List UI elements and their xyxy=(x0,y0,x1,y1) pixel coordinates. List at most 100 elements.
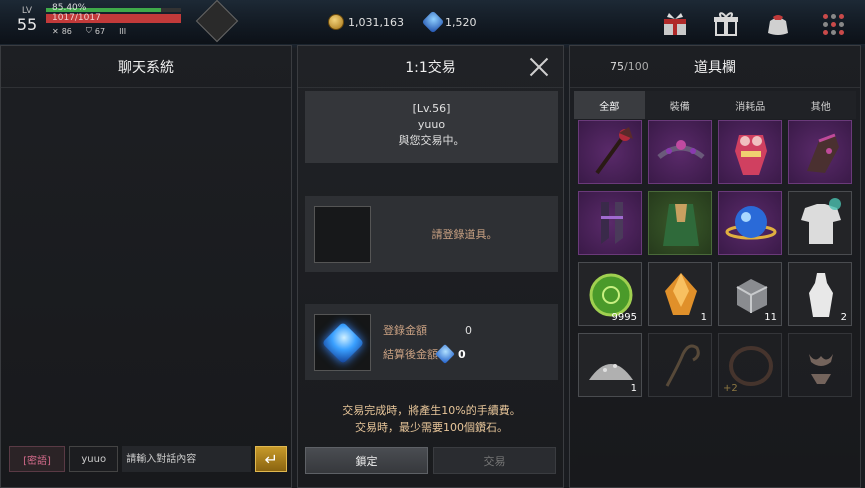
exp-percent: 85.40% xyxy=(52,3,87,13)
close-icon[interactable] xyxy=(529,56,549,76)
swords-icon: ✕ xyxy=(52,26,59,36)
after-settlement-row: 結算後金額 0 xyxy=(383,344,466,364)
inventory-slot[interactable]: 2 xyxy=(788,262,852,326)
tab-all[interactable]: 全部 xyxy=(574,91,645,119)
shirt-item-icon xyxy=(801,198,841,244)
inventory-slot[interactable]: 1 xyxy=(578,333,642,397)
chat-panel: 聊天系統 [密語] yuuo ↵ xyxy=(0,45,292,488)
stat-row: ✕ 86 ⛉ 67 III xyxy=(52,26,126,36)
menu-button[interactable] xyxy=(818,10,848,38)
shield-icon: ⛉ xyxy=(85,26,92,35)
inventory-slot[interactable]: +2 xyxy=(718,333,782,397)
fee-notice-line1: 交易完成時，將產生10%的手續費。 xyxy=(342,404,521,417)
item-quantity: 11 xyxy=(764,312,777,323)
item-quantity: 2 xyxy=(840,312,847,323)
trade-item-slot[interactable] xyxy=(314,205,371,263)
tab-consumables[interactable]: 消耗品 xyxy=(715,91,786,119)
item-quantity: 1 xyxy=(700,312,707,323)
inventory-scroll-fade xyxy=(578,438,858,478)
item-registration-area[interactable]: 請登錄道具。 xyxy=(305,196,558,272)
gauntlet-item-icon xyxy=(807,133,839,173)
cloak-item-icon xyxy=(663,204,699,246)
inventory-slot[interactable]: 9995 xyxy=(578,262,642,326)
inventory-slot[interactable] xyxy=(578,120,642,184)
inventory-slot[interactable] xyxy=(718,120,782,184)
level-number: 55 xyxy=(16,15,38,34)
whip-item-icon xyxy=(665,344,700,387)
present-button[interactable] xyxy=(711,10,741,38)
inventory-slot[interactable] xyxy=(578,191,642,255)
inventory-tabs: 全部 裝備 消耗品 其他 xyxy=(574,91,856,119)
partner-status: 與您交易中。 xyxy=(398,134,465,147)
attack-value: 86 xyxy=(61,26,72,36)
rank-value: III xyxy=(119,26,127,36)
chat-message-area[interactable] xyxy=(1,88,291,444)
after-settlement-value-wrap: 0 xyxy=(435,344,466,364)
registered-amount-value: 0 xyxy=(465,323,472,337)
after-settlement-label: 結算後金額 xyxy=(383,348,438,361)
fee-notice-line2: 交易時，最少需要100個鑽石。 xyxy=(355,421,508,434)
dress-armor-item-icon xyxy=(735,135,767,175)
pouch-icon xyxy=(768,15,788,35)
fee-notice: 交易完成時，將產生10%的手續費。 交易時，最少需要100個鑽石。 xyxy=(298,402,565,436)
orb-ring-item-icon xyxy=(725,206,777,240)
send-button[interactable]: ↵ xyxy=(255,446,287,472)
attack-stat: ✕ 86 xyxy=(52,26,72,36)
defense-stat: ⛉ 67 xyxy=(86,26,105,36)
tab-other[interactable]: 其他 xyxy=(786,91,857,119)
diamond-amount: 1,520 xyxy=(445,15,477,29)
gift-box-button[interactable] xyxy=(660,10,690,38)
diamond-amount-area: 登錄金額 0 結算後金額 0 xyxy=(305,304,558,380)
trade-button[interactable]: 交易 xyxy=(433,447,556,474)
item-enhance-level: +2 xyxy=(723,383,738,394)
registered-amount-label: 登錄金額 xyxy=(383,324,427,337)
register-item-prompt: 請登錄道具。 xyxy=(431,228,498,241)
inventory-slot[interactable] xyxy=(718,191,782,255)
small-diamond-icon xyxy=(435,344,455,364)
after-settlement-value: 0 xyxy=(458,347,466,361)
defense-value: 67 xyxy=(94,26,106,36)
trade-partner-info: [Lv.56] yuuo 與您交易中。 xyxy=(305,91,558,163)
chat-title: 聊天系統 xyxy=(1,46,291,88)
class-emblem-icon[interactable] xyxy=(195,0,239,43)
gold-amount: 1,031,163 xyxy=(348,15,404,29)
rank-stat: III xyxy=(119,26,126,36)
inventory-slot[interactable]: 1 xyxy=(648,262,712,326)
diamond-icon xyxy=(421,10,445,34)
bikini-item-icon xyxy=(809,354,833,384)
inventory-slot[interactable] xyxy=(788,120,852,184)
lock-button[interactable]: 鎖定 xyxy=(305,447,428,474)
whisper-target-field[interactable]: yuuo xyxy=(69,446,119,472)
diamond-input-slot[interactable] xyxy=(314,314,371,371)
chat-message-input[interactable] xyxy=(122,446,252,472)
staff-item-icon xyxy=(595,127,633,175)
item-quantity: 1 xyxy=(630,383,637,394)
trade-panel: 1:1交易 [Lv.56] yuuo 與您交易中。 請登錄道具。 登錄金額 0 … xyxy=(297,45,564,488)
inventory-count-max: 100 xyxy=(627,60,649,73)
inventory-slot[interactable] xyxy=(648,333,712,397)
inventory-slot[interactable] xyxy=(648,191,712,255)
whisper-channel-button[interactable]: [密語] xyxy=(9,446,66,472)
enter-icon: ↵ xyxy=(264,449,278,469)
inventory-grid: 9995 1 11 2 1 +2 xyxy=(578,120,858,397)
trade-title: 1:1交易 xyxy=(298,46,563,88)
partner-name: yuuo xyxy=(417,118,446,131)
gold-display: 1,031,163 xyxy=(328,14,404,30)
inventory-slot[interactable] xyxy=(788,191,852,255)
item-quantity: 9995 xyxy=(611,312,637,323)
inventory-slot[interactable] xyxy=(788,333,852,397)
gold-coin-icon xyxy=(328,14,344,30)
tab-equipment[interactable]: 裝備 xyxy=(645,91,716,119)
inventory-capacity: 75/100 xyxy=(610,60,649,73)
inventory-slot[interactable] xyxy=(648,120,712,184)
menu-grid-icon xyxy=(822,13,844,35)
pouch-button[interactable] xyxy=(763,10,793,38)
present-icon xyxy=(714,12,738,36)
boots-item-icon xyxy=(601,202,623,244)
diamond-display: 1,520 xyxy=(421,10,477,34)
registered-amount-row: 登錄金額 0 xyxy=(383,322,472,338)
inventory-slot[interactable]: 11 xyxy=(718,262,782,326)
chat-input-bar: [密語] yuuo ↵ xyxy=(9,445,287,473)
level-badge: LV 55 xyxy=(12,6,42,34)
inventory-count-current: 75 xyxy=(610,60,624,73)
